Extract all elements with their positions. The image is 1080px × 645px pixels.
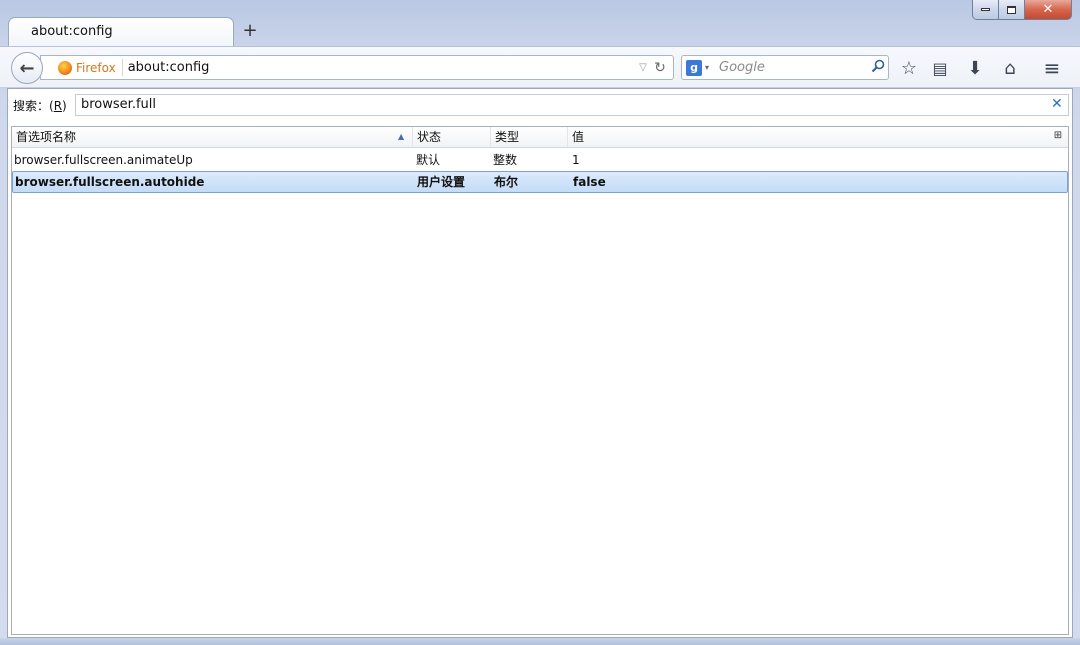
open-menu-button[interactable]: ≡ [1040, 56, 1064, 80]
pref-value: 1 [572, 153, 580, 167]
pref-type: 布尔 [494, 175, 519, 189]
engine-dropdown-icon[interactable]: ▾ [705, 63, 713, 72]
filter-row: 搜索：(R) browser.full ✕ [8, 89, 1072, 121]
tab-strip: about:config + ✕ [0, 0, 1080, 47]
navigation-toolbar: Firefox about:config ▽ ↻ ← g ▾ Google ☆ … [0, 46, 1080, 88]
filter-label-accesskey: R [53, 99, 63, 113]
sort-ascending-icon: ▲ [398, 132, 405, 141]
tree-header: 首选项名称 ▲ 状态 类型 值 ⊞ [12, 127, 1068, 148]
pref-status: 用户设置 [417, 175, 466, 189]
column-header-type[interactable]: 类型 [491, 127, 568, 147]
back-arrow-icon: ← [19, 57, 35, 79]
bookmarks-menu-button[interactable]: ▤ [928, 56, 952, 80]
back-button[interactable]: ← [11, 52, 43, 84]
history-dropdown-icon[interactable]: ▽ [635, 62, 651, 73]
home-icon: ⌂ [1004, 57, 1016, 79]
restore-icon [1007, 5, 1016, 14]
search-bar[interactable]: g ▾ Google [681, 55, 889, 80]
window-caption-buttons: ✕ [972, 0, 1072, 20]
tab-title: about:config [31, 24, 113, 39]
search-go-icon[interactable] [868, 59, 888, 77]
maximize-button[interactable] [999, 0, 1025, 20]
pref-status: 默认 [416, 153, 441, 167]
bookmark-star-button[interactable]: ☆ [897, 56, 921, 80]
url-text[interactable]: about:config [123, 60, 635, 75]
firefox-icon [58, 60, 72, 75]
pref-name: browser.fullscreen.autohide [15, 175, 205, 189]
downloads-button[interactable]: ⬇ [963, 56, 987, 80]
minimize-icon [981, 8, 990, 11]
filter-label-suffix: ) [62, 99, 67, 113]
clear-filter-icon[interactable]: ✕ [1051, 96, 1063, 112]
preference-filter-input[interactable]: browser.full [75, 94, 1069, 116]
pref-type: 整数 [493, 153, 518, 167]
bookmarks-list-icon: ▤ [932, 58, 948, 78]
reload-icon[interactable]: ↻ [651, 60, 669, 76]
table-row-selected[interactable]: browser.fullscreen.autohide 用户设置 布尔 fals… [12, 171, 1068, 193]
identity-box[interactable]: Firefox [53, 59, 123, 76]
pref-name: browser.fullscreen.animateUp [14, 153, 193, 167]
download-icon: ⬇ [967, 57, 983, 79]
about-config-page: 搜索：(R) browser.full ✕ 首选项名称 ▲ 状态 类型 值 ⊞ … [7, 88, 1073, 638]
tab-about-config[interactable]: about:config [8, 17, 234, 47]
minimize-button[interactable] [972, 0, 999, 20]
hamburger-menu-icon: ≡ [1043, 56, 1061, 80]
table-row[interactable]: browser.fullscreen.animateUp 默认 整数 1 [12, 149, 1068, 171]
column-picker-icon[interactable]: ⊞ [1052, 130, 1064, 142]
star-icon: ☆ [900, 57, 918, 79]
filter-label: 搜索：(R) [13, 97, 67, 114]
home-button[interactable]: ⌂ [998, 56, 1022, 80]
pref-value: false [573, 175, 606, 189]
preferences-tree: 首选项名称 ▲ 状态 类型 值 ⊞ browser.fullscreen.ani… [11, 126, 1069, 635]
column-header-value[interactable]: 值 [568, 127, 1052, 147]
google-engine-icon[interactable]: g [686, 59, 702, 76]
new-tab-button[interactable]: + [240, 21, 260, 41]
search-input[interactable]: Google [713, 60, 868, 75]
column-header-status[interactable]: 状态 [413, 127, 491, 147]
magnifier-icon [871, 59, 885, 72]
filter-label-prefix: 搜索：( [13, 99, 54, 113]
firefox-window: about:config + ✕ Firefox about:config ▽ … [0, 0, 1080, 645]
identity-label: Firefox [76, 60, 116, 75]
close-button[interactable]: ✕ [1025, 0, 1072, 20]
column-header-name[interactable]: 首选项名称 [12, 127, 413, 147]
close-icon: ✕ [1042, 2, 1054, 17]
window-bottom-border [0, 638, 1080, 645]
url-bar[interactable]: Firefox about:config ▽ ↻ [40, 55, 674, 80]
